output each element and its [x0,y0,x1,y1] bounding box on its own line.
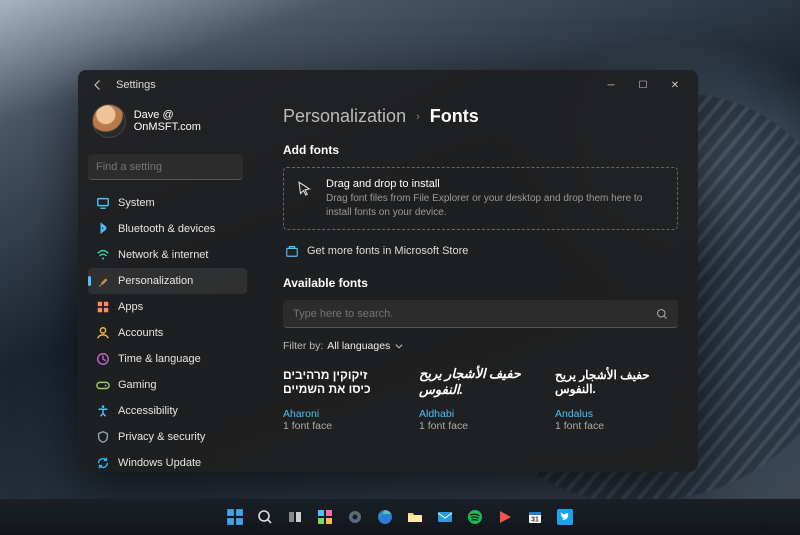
font-grid: זיקוקין מרהיביםכיסו את השמייםAharoni1 fo… [283,362,678,432]
shield-icon [96,430,110,444]
sidebar-item-label: Personalization [118,275,193,287]
search-icon [656,308,668,320]
font-sample: حفيف الأشجار يريح النفوس. [419,362,529,402]
taskbar-settings-icon[interactable] [344,506,366,528]
bluetooth-icon [96,222,110,236]
taskbar-start-icon[interactable] [224,506,246,528]
sidebar-item-label: Network & internet [118,249,208,261]
dropzone-title: Drag and drop to install [326,178,665,190]
taskbar-taskview-icon[interactable] [284,506,306,528]
font-name: Andalus [555,408,665,420]
wifi-icon [96,248,110,262]
taskbar-edge-icon[interactable] [374,506,396,528]
taskbar-search-icon[interactable] [254,506,276,528]
font-card[interactable]: حفيف الأشجار يريح النفوس. Aldhabi1 font f… [419,362,529,432]
sidebar-item-wifi[interactable]: Network & internet [88,242,247,268]
profile-block[interactable]: Dave @ OnMSFT.com [88,100,247,148]
sidebar-item-brush[interactable]: Personalization [88,268,247,294]
available-fonts-heading: Available fonts [283,276,678,290]
gaming-icon [96,378,110,392]
sidebar-item-label: Time & language [118,353,201,365]
sidebar-item-label: Windows Update [118,457,201,469]
system-icon [96,196,110,210]
settings-search-input[interactable] [96,161,238,173]
sidebar-item-person[interactable]: Accounts [88,320,247,346]
back-button[interactable] [86,79,110,91]
add-fonts-heading: Add fonts [283,143,678,157]
store-icon [285,244,299,258]
sidebar-item-clock[interactable]: Time & language [88,346,247,372]
taskbar-play-icon[interactable] [494,506,516,528]
font-card[interactable]: حفيف الأشجار يريحالنفوس. Andalus1 font fa… [555,362,665,432]
taskbar-spotify-icon[interactable] [464,506,486,528]
dropzone-text: Drag font files from File Explorer or yo… [326,192,665,219]
sidebar-item-label: Apps [118,301,143,313]
font-face-count: 1 font face [555,420,665,432]
taskbar-explorer-icon[interactable] [404,506,426,528]
main-content: Personalization › Fonts Add fonts Drag a… [253,100,698,472]
sidebar-item-gaming[interactable]: Gaming [88,372,247,398]
update-icon [96,456,110,470]
clock-icon [96,352,110,366]
sidebar-item-update[interactable]: Windows Update [88,450,247,472]
sidebar-item-access[interactable]: Accessibility [88,398,247,424]
nav-list: System Bluetooth & devices Network & inter… [88,190,247,472]
taskbar[interactable]: 31 [0,499,800,535]
sidebar-item-label: Gaming [118,379,157,391]
avatar [92,104,126,138]
person-icon [96,326,110,340]
font-face-count: 1 font face [419,420,529,432]
filter-value: All languages [327,340,390,352]
font-card[interactable]: זיקוקין מרהיביםכיסו את השמיים Aharoni1 fo… [283,362,393,432]
arrow-left-icon [92,79,104,91]
font-name: Aldhabi [419,408,529,420]
taskbar-twitter-icon[interactable] [554,506,576,528]
filter-label: Filter by: [283,340,323,352]
sidebar-item-label: Bluetooth & devices [118,223,215,235]
sidebar-item-label: Privacy & security [118,431,205,443]
user-name: Dave @ OnMSFT.com [134,109,243,133]
taskbar-widgets-icon[interactable] [314,506,336,528]
settings-window: Settings ─ ☐ ✕ Dave @ OnMSFT.com System B… [78,70,698,472]
apps-icon [96,300,110,314]
window-title: Settings [116,79,604,91]
taskbar-mail-icon[interactable] [434,506,456,528]
breadcrumb-parent[interactable]: Personalization [283,106,406,127]
sidebar-item-bluetooth[interactable]: Bluetooth & devices [88,216,247,242]
brush-icon [96,274,110,288]
settings-search[interactable] [88,154,243,180]
store-link-label: Get more fonts in Microsoft Store [307,245,468,257]
maximize-button[interactable]: ☐ [636,80,650,91]
font-sample: זיקוקין מרהיביםכיסו את השמיים [283,362,393,402]
minimize-button[interactable]: ─ [604,80,618,91]
filter-row[interactable]: Filter by: All languages [283,340,678,352]
font-sample: حفيف الأشجار يريحالنفوس. [555,362,665,402]
font-face-count: 1 font face [283,420,393,432]
store-link[interactable]: Get more fonts in Microsoft Store [283,240,678,260]
sidebar-item-apps[interactable]: Apps [88,294,247,320]
close-button[interactable]: ✕ [668,80,682,91]
breadcrumb: Personalization › Fonts [283,100,678,139]
taskbar-calendar-icon[interactable]: 31 [524,506,546,528]
access-icon [96,404,110,418]
svg-text:31: 31 [531,517,539,524]
sidebar-item-label: System [118,197,155,209]
sidebar: Dave @ OnMSFT.com System Bluetooth & devi… [78,100,253,472]
sidebar-item-system[interactable]: System [88,190,247,216]
chevron-down-icon [394,341,404,351]
sidebar-item-label: Accessibility [118,405,178,417]
fonts-search[interactable] [283,300,678,328]
font-dropzone[interactable]: Drag and drop to install Drag font files… [283,167,678,230]
sidebar-item-shield[interactable]: Privacy & security [88,424,247,450]
sidebar-item-label: Accounts [118,327,163,339]
fonts-search-input[interactable] [293,308,656,320]
dropzone-cursor-icon [296,178,314,201]
font-name: Aharoni [283,408,393,420]
breadcrumb-current: Fonts [430,106,479,127]
chevron-right-icon: › [416,111,420,123]
titlebar: Settings ─ ☐ ✕ [78,70,698,100]
